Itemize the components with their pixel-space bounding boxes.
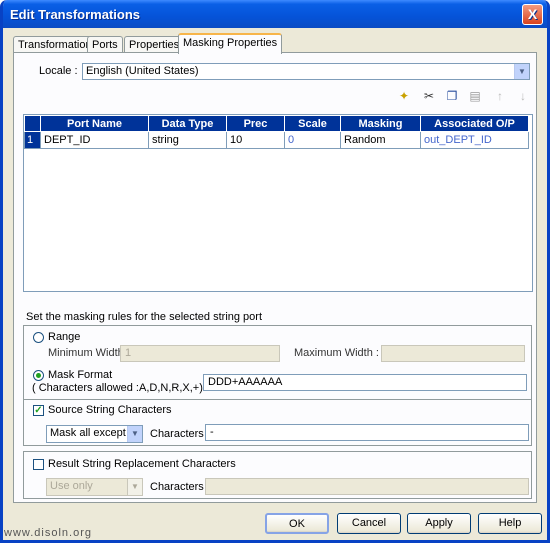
cell-port-name[interactable]: DEPT_ID [40,131,149,149]
title-bar: Edit Transformations X [3,0,547,28]
locale-select[interactable]: English (United States) ▼ [82,63,530,80]
cell-prec[interactable]: 10 [226,131,285,149]
ok-button[interactable]: OK [265,513,329,534]
result-string-section: Result String Replacement Characters Use… [23,451,532,499]
mask-format-input[interactable]: DDD+AAAAAA [203,374,527,391]
help-button[interactable]: Help [478,513,542,534]
ports-table: Port Name Data Type Prec Scale Masking A… [24,115,529,149]
range-label: Range [48,331,81,343]
max-width-input[interactable] [381,345,525,362]
chevron-down-icon[interactable]: ▼ [127,479,142,495]
paste-icon[interactable]: ▤ [467,88,483,104]
mask-format-radio[interactable] [33,370,44,381]
min-width-label: Minimum Width : [48,347,130,359]
chevron-down-icon[interactable]: ▼ [127,426,142,442]
move-up-icon[interactable]: ↑ [492,88,508,104]
source-string-label: Source String Characters [48,404,172,416]
mask-format-label: Mask Format [48,369,113,381]
cell-scale[interactable]: 0 [284,131,341,149]
masking-properties-panel: Locale : English (United States) ▼ ✦ ✂ ❐… [13,52,537,503]
window-title: Edit Transformations [10,7,141,22]
move-down-icon[interactable]: ↓ [515,88,531,104]
max-width-label: Maximum Width : [294,347,379,359]
source-string-section: ✓ Source String Characters Mask all exce… [23,399,532,446]
column-header-port-name[interactable]: Port Name [40,115,149,132]
new-icon[interactable]: ✦ [396,88,412,104]
grid-toolbar: ✦ ✂ ❐ ▤ ↑ ↓ [394,88,534,106]
chevron-down-icon[interactable]: ▼ [514,64,529,79]
ports-grid: Port Name Data Type Prec Scale Masking A… [23,114,533,292]
masking-rules-title: Set the masking rules for the selected s… [26,311,263,323]
edit-transformations-dialog: Edit Transformations X Transformation Po… [0,0,550,543]
column-header-associated-op[interactable]: Associated O/P [420,115,529,132]
tab-masking-properties[interactable]: Masking Properties [178,33,283,54]
table-row[interactable]: 1 DEPT_ID string 10 0 Random out_DEPT_ID [24,131,529,149]
result-mode-select[interactable]: Use only ▼ [46,478,143,496]
cut-icon[interactable]: ✂ [421,88,437,104]
source-string-checkbox[interactable]: ✓ [33,405,44,416]
column-header-data-type[interactable]: Data Type [148,115,227,132]
locale-label: Locale : [39,65,78,77]
result-chars-input[interactable] [205,478,529,495]
row-number[interactable]: 1 [24,131,41,149]
apply-button[interactable]: Apply [407,513,471,534]
table-header-row: Port Name Data Type Prec Scale Masking A… [24,115,529,132]
close-button[interactable]: X [522,4,543,25]
result-string-checkbox[interactable] [33,459,44,470]
row-number-header [24,115,41,132]
result-string-label: Result String Replacement Characters [48,458,236,470]
cell-data-type[interactable]: string [148,131,227,149]
source-chars-input[interactable]: - [205,424,529,441]
range-radio[interactable] [33,332,44,343]
format-section: Range Minimum Width : 1 Maximum Width : … [23,325,532,400]
cancel-button[interactable]: Cancel [337,513,401,534]
result-chars-label: Characters : [150,481,210,493]
cell-associated-op[interactable]: out_DEPT_ID [420,131,529,149]
mask-format-hint: ( Characters allowed :A,D,N,R,X,+) [32,382,203,394]
column-header-masking[interactable]: Masking [340,115,421,132]
cell-masking[interactable]: Random [340,131,421,149]
min-width-input[interactable]: 1 [120,345,280,362]
column-header-scale[interactable]: Scale [284,115,341,132]
column-header-prec[interactable]: Prec [226,115,285,132]
source-chars-label: Characters : [150,428,210,440]
source-mode-select[interactable]: Mask all except ▼ [46,425,143,443]
watermark: www.disoln.org [4,527,92,539]
copy-icon[interactable]: ❐ [444,88,460,104]
